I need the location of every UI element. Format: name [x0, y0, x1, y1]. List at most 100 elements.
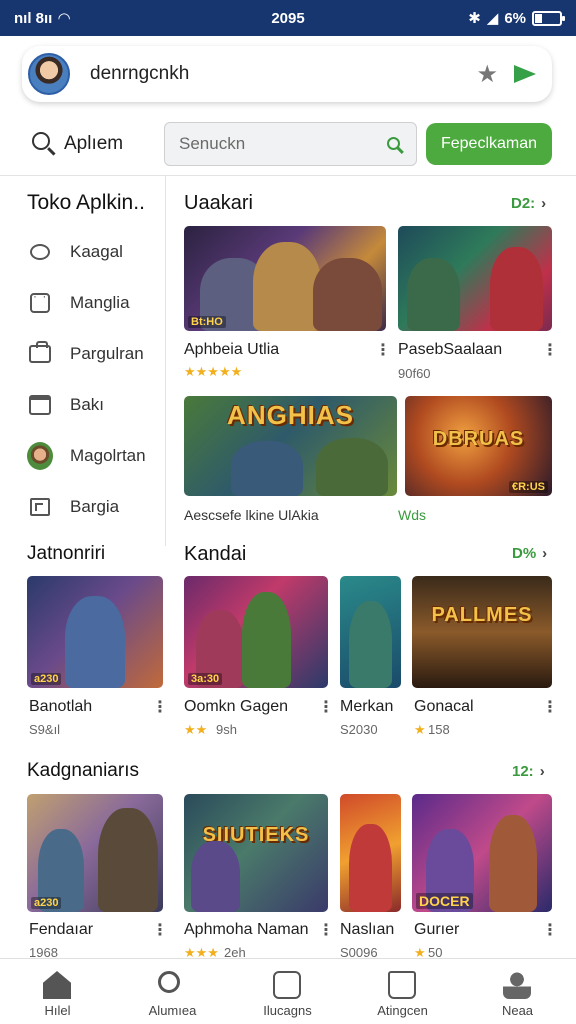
search-icon: [158, 971, 180, 993]
sidebar-item-label: Bargia: [70, 497, 120, 516]
home-icon: [43, 971, 71, 999]
search-label: Aplıem: [64, 133, 124, 154]
sidebar-item-label: Magolrtan: [70, 446, 146, 465]
card-banner-text: ANGHIAS: [227, 400, 354, 430]
sidebar-item-label: Pargulran: [70, 344, 144, 363]
app-name[interactable]: Banotlah: [29, 698, 92, 716]
app-name[interactable]: Fendaıar: [29, 921, 93, 939]
app-card-image[interactable]: a230: [27, 576, 163, 688]
card-badge: 3a:30: [188, 673, 223, 685]
status-bar: nıl 8ıı ◠ 2095 ✱ ◢ 6%: [0, 0, 576, 36]
app-card-image[interactable]: Bt:HO: [184, 226, 386, 331]
battery-percent: 6%: [504, 9, 526, 27]
nav-item-home[interactable]: Hılel: [0, 959, 115, 1024]
signal-text: nıl 8ıı: [14, 9, 53, 27]
wifi-icon: ◠: [58, 10, 70, 27]
app-card-image[interactable]: 3a:30: [184, 576, 328, 688]
more-options-icon[interactable]: ⋮: [542, 340, 558, 360]
app-name[interactable]: Aphmoha Naman: [184, 921, 309, 939]
card-badge: a230: [31, 673, 62, 685]
chevron-right-icon: ›: [542, 545, 548, 562]
nav-item-search[interactable]: Alumıea: [115, 959, 230, 1024]
card-badge: a230: [31, 897, 62, 909]
sidebar-item-baki[interactable]: Bakı: [27, 388, 162, 422]
app-card-image[interactable]: a230: [27, 794, 163, 912]
app-card-image[interactable]: ANGHIAS: [184, 396, 397, 496]
nav-item-checks[interactable]: Ilucagns: [230, 959, 345, 1024]
more-options-icon[interactable]: ⋮: [152, 920, 168, 940]
app-meta: S9&ıl: [29, 722, 61, 737]
sidebar-item-kaagal[interactable]: Kaagal: [27, 235, 162, 269]
primary-action-button[interactable]: Fepeclkaman: [426, 123, 552, 165]
avatar[interactable]: [28, 53, 70, 95]
section-title: Jatnonriri: [27, 543, 106, 564]
app-card-image[interactable]: PALLMES: [412, 576, 552, 688]
sidebar-item-magolrtan[interactable]: Magolrtan: [27, 439, 162, 473]
card-banner-text: DBRUAS: [432, 428, 525, 450]
section-title: Uaakari: [184, 192, 253, 214]
chat-bubble-icon: [27, 239, 53, 265]
sidebar-item-label: Bakı: [70, 395, 105, 414]
more-options-icon[interactable]: ⋮: [542, 697, 558, 717]
app-card-image[interactable]: [398, 226, 552, 331]
nav-label: Hılel: [44, 1003, 71, 1018]
rating-stars: ★: [414, 722, 426, 737]
play-store-icon[interactable]: [514, 65, 536, 83]
nav-label: Atingcen: [377, 1003, 428, 1018]
bag-icon: [27, 341, 53, 367]
search-submit-icon[interactable]: [387, 137, 400, 150]
sidebar-item-manglia[interactable]: Manglia: [27, 286, 162, 320]
chevron-right-icon: ›: [541, 195, 547, 212]
more-options-icon[interactable]: ⋮: [375, 340, 391, 360]
sidebar-item-bargia[interactable]: Bargia: [27, 490, 162, 524]
app-name[interactable]: Gonacal: [414, 698, 474, 716]
sidebar-divider: [165, 176, 166, 546]
nav-label: Alumıea: [148, 1003, 197, 1018]
app-card-image[interactable]: DBRUAS €R:US: [405, 396, 552, 496]
sidebar-item-label: Manglia: [70, 293, 130, 312]
section-footer-text: Aescsefe lkine UlAkia: [184, 507, 319, 523]
app-name[interactable]: Gurıer: [414, 921, 459, 939]
chevron-right-icon: ›: [539, 763, 545, 780]
app-card-image[interactable]: [340, 794, 401, 912]
bluetooth-icon: ✱: [468, 10, 481, 27]
app-name[interactable]: Aphbeia Utlia: [184, 341, 279, 359]
profile-card[interactable]: denrngcnkh ★: [22, 46, 552, 102]
section-see-more[interactable]: D% ›: [512, 545, 547, 562]
nav-item-profile[interactable]: Neaa: [460, 959, 575, 1024]
section-title: Kadgnaniarıs: [27, 760, 139, 781]
sidebar-item-pargulran[interactable]: Pargulran: [27, 337, 162, 371]
app-card-image[interactable]: DOCER: [412, 794, 552, 912]
star-icon[interactable]: ★: [476, 60, 498, 89]
section-footer-note[interactable]: Wds: [398, 507, 426, 523]
more-options-icon[interactable]: ⋮: [152, 697, 168, 717]
search-input[interactable]: [164, 122, 417, 166]
nav-item-library[interactable]: Atingcen: [345, 959, 460, 1024]
app-name[interactable]: Naslıan: [340, 921, 394, 939]
nav-label: Ilucagns: [263, 1003, 312, 1018]
battery-icon: [532, 10, 565, 26]
card-banner-text: PALLMES: [431, 604, 533, 626]
grid-box-icon: [27, 289, 53, 316]
section-title: Kandai: [184, 543, 247, 565]
rating-stars: ★★: [184, 722, 208, 737]
more-options-icon[interactable]: ⋮: [318, 697, 334, 717]
sidebar-item-label: Kaagal: [70, 242, 123, 261]
app-card-image[interactable]: [340, 576, 401, 688]
app-name[interactable]: Merkan: [340, 698, 393, 716]
search-icon[interactable]: [32, 132, 50, 150]
app-meta: S2030: [340, 722, 378, 737]
check-box-icon: [273, 971, 301, 999]
app-meta: 158: [428, 722, 450, 737]
frame-icon: [27, 494, 53, 520]
nav-label: Neaa: [501, 1003, 534, 1018]
section-see-more[interactable]: 12: ›: [512, 763, 545, 780]
app-card-image[interactable]: SIIUTIEKS: [184, 794, 328, 912]
more-options-icon[interactable]: ⋮: [542, 920, 558, 940]
card-badge: €R:US: [508, 481, 548, 493]
app-name[interactable]: PasebSaalaan: [398, 341, 502, 359]
sidebar-title: Toko Aplkin..: [27, 191, 145, 214]
section-see-more[interactable]: D2: ›: [511, 195, 546, 212]
more-options-icon[interactable]: ⋮: [318, 920, 334, 940]
app-name[interactable]: Oomkn Gagen: [184, 698, 288, 716]
